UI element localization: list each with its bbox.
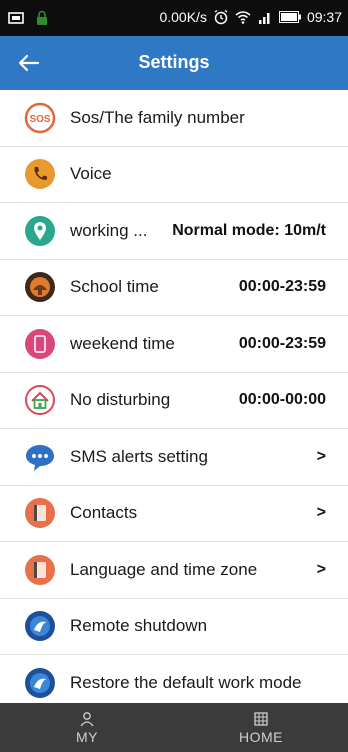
location-pin-icon <box>25 215 55 246</box>
no-disturb-icon <box>25 385 55 416</box>
wifi-icon <box>235 11 251 24</box>
setting-sms-alerts[interactable]: SMS alerts setting > <box>0 429 348 486</box>
setting-remote-shutdown[interactable]: Remote shutdown <box>0 599 348 655</box>
status-bar-left <box>8 10 50 26</box>
chevron-right-icon: > <box>316 504 326 522</box>
setting-label: weekend time <box>70 333 175 353</box>
restore-icon <box>25 667 55 698</box>
setting-language-time-zone[interactable]: Language and time zone > <box>0 542 348 599</box>
setting-label: No disturbing <box>70 390 171 410</box>
setting-value: 00:00-00:00 <box>238 391 326 409</box>
svg-text:SOS: SOS <box>29 114 50 125</box>
nav-home-label: HOME <box>239 728 283 745</box>
alarm-icon <box>214 9 228 25</box>
power-icon <box>25 611 55 642</box>
setting-label: Remote shutdown <box>70 616 208 636</box>
setting-value: 00:00-23:59 <box>238 278 326 296</box>
setting-school-time[interactable]: School time 00:00-23:59 <box>0 260 348 316</box>
setting-label: Sos/The family number <box>70 107 245 127</box>
network-speed: 0.00K/s <box>159 9 207 25</box>
home-icon <box>254 711 268 726</box>
phone-icon <box>25 159 55 190</box>
setting-sos-family-number[interactable]: SOS Sos/The family number <box>0 90 348 147</box>
nav-home[interactable]: HOME <box>174 703 348 752</box>
setting-no-disturbing[interactable]: No disturbing 00:00-00:00 <box>0 373 348 429</box>
setting-contacts[interactable]: Contacts > <box>0 486 348 542</box>
setting-working-mode[interactable]: working ... Normal mode: 10m/t <box>0 203 348 260</box>
weekend-icon <box>25 328 55 359</box>
status-bar: 0.00K/s 09:37 <box>0 0 348 36</box>
lock-icon <box>37 10 47 25</box>
setting-weekend-time[interactable]: weekend time 00:00-23:59 <box>0 316 348 373</box>
app-header: Settings <box>0 36 348 90</box>
language-icon <box>25 554 55 585</box>
bottom-nav: MY HOME <box>0 703 348 752</box>
status-bar-right: 0.00K/s 09:37 <box>159 9 342 25</box>
nav-my[interactable]: MY <box>0 703 174 752</box>
chevron-right-icon: > <box>316 560 326 578</box>
battery-icon <box>278 11 301 23</box>
setting-value: 00:00-23:59 <box>238 334 326 352</box>
sos-icon: SOS <box>24 102 56 133</box>
image-icon <box>8 12 24 24</box>
clock-time: 09:37 <box>306 9 342 25</box>
person-icon <box>80 711 94 726</box>
setting-label: School time <box>70 277 159 297</box>
setting-label: Language and time zone <box>70 559 258 579</box>
sms-icon <box>26 444 54 471</box>
chevron-right-icon: > <box>316 447 326 465</box>
setting-label: Contacts <box>70 503 138 523</box>
school-icon <box>25 272 55 303</box>
contacts-icon <box>25 498 55 529</box>
setting-label: Voice <box>70 164 112 184</box>
setting-value: Normal mode: 10m/t <box>172 221 326 239</box>
nav-my-label: MY <box>76 728 98 745</box>
setting-voice[interactable]: Voice <box>0 147 348 203</box>
setting-label: Restore the default work mode <box>70 672 302 692</box>
setting-label: working ... <box>70 220 148 240</box>
settings-list: SOS Sos/The family number Voice working … <box>0 90 348 712</box>
page-title: Settings <box>138 52 210 72</box>
signal-icon <box>258 13 270 24</box>
setting-label: SMS alerts setting <box>70 446 208 466</box>
